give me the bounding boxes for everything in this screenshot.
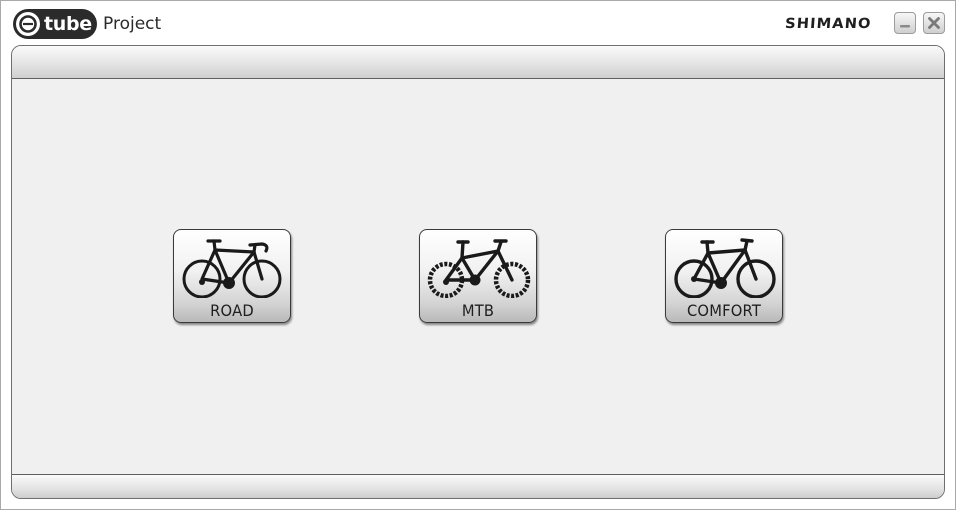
brand-logo: SHIMANO bbox=[784, 16, 873, 32]
minimize-icon bbox=[900, 25, 910, 28]
e-tube-logo: tube bbox=[13, 9, 97, 39]
app-title: Project bbox=[103, 14, 162, 34]
comfort-bike-icon bbox=[674, 238, 776, 298]
panel-footer-bar bbox=[12, 474, 944, 498]
mtb-label: MTB bbox=[461, 301, 495, 320]
logo-text: tube bbox=[44, 13, 92, 35]
title-bar: tube Project SHIMANO bbox=[1, 1, 955, 45]
minimize-button[interactable] bbox=[894, 12, 916, 34]
mtb-button[interactable]: MTB bbox=[419, 229, 537, 323]
app-window: tube Project SHIMANO ROAD MTB COMFORT bbox=[0, 0, 956, 510]
mountain-bike-icon bbox=[427, 239, 531, 298]
road-bike-icon bbox=[182, 239, 282, 298]
e-tube-logo-icon bbox=[16, 12, 40, 36]
comfort-label: COMFORT bbox=[686, 301, 762, 320]
close-icon bbox=[928, 17, 940, 29]
road-label: ROAD bbox=[210, 301, 254, 320]
comfort-button[interactable]: COMFORT bbox=[665, 229, 783, 323]
panel-header-bar bbox=[12, 46, 944, 79]
road-button[interactable]: ROAD bbox=[173, 229, 291, 323]
close-button[interactable] bbox=[923, 12, 945, 34]
